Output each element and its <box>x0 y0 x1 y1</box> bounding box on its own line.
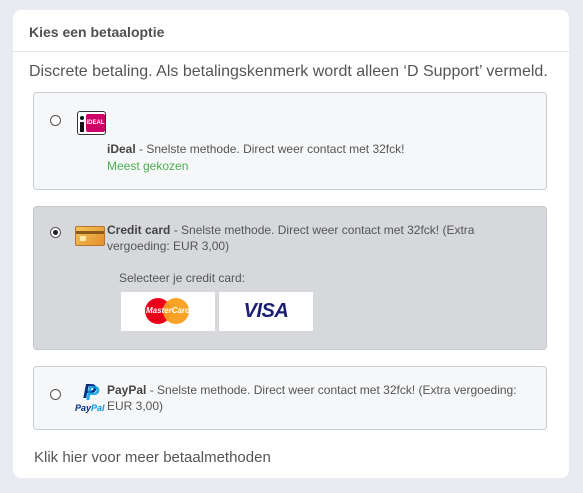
payment-option-paypal[interactable]: P P PayPal PayPal - Snelste methode. Dir… <box>33 366 547 430</box>
intro-text: Discrete betaling. Als betalingskenmerk … <box>29 63 548 80</box>
ideal-description: iDeal - Snelste methode. Direct weer con… <box>107 141 404 157</box>
paypal-desc-line2: EUR 3,00) <box>107 399 164 413</box>
credit-card-icon <box>75 226 105 246</box>
more-payment-methods-link[interactable]: Klik hier voor meer betaalmethoden <box>34 449 271 466</box>
visa-button[interactable]: VISA <box>219 292 313 331</box>
paypal-description: PayPal - Snelste methode. Direct weer co… <box>107 382 537 414</box>
creditcard-name: Credit card <box>107 223 171 237</box>
paypal-name: PayPal <box>107 383 147 397</box>
paypal-logo-word-a: Pay <box>75 403 92 413</box>
paypal-logo-word-b: Pal <box>91 403 105 413</box>
mastercard-label: MasterCard <box>145 306 190 315</box>
mastercard-button[interactable]: MasterCard <box>121 292 215 331</box>
payment-option-creditcard[interactable]: Credit card - Snelste methode. Direct we… <box>33 206 547 350</box>
ideal-logo-icon: iDEAL <box>77 111 106 135</box>
paypal-desc-line1: - Snelste methode. Direct weer contact m… <box>146 383 517 397</box>
select-card-label: Selecteer je credit card: <box>119 271 246 285</box>
radio-ideal[interactable] <box>50 115 61 126</box>
radio-paypal[interactable] <box>50 389 61 400</box>
ideal-logo-text: iDEAL <box>86 114 105 132</box>
creditcard-desc-line2: vergoeding: EUR 3,00) <box>107 239 230 253</box>
panel-title: Kies een betaaloptie <box>29 24 165 40</box>
divider <box>13 51 569 52</box>
creditcard-description: Credit card - Snelste methode. Direct we… <box>107 222 527 254</box>
radio-creditcard[interactable] <box>50 227 61 238</box>
ideal-name: iDeal <box>107 142 136 156</box>
payment-panel: Kies een betaaloptie Discrete betaling. … <box>13 10 569 478</box>
creditcard-desc-line1: - Snelste methode. Direct weer contact m… <box>170 223 475 237</box>
payment-option-ideal[interactable]: iDEAL iDeal - Snelste methode. Direct we… <box>33 92 547 190</box>
paypal-logo-icon: P P PayPal <box>75 381 105 413</box>
ideal-desc-text: - Snelste methode. Direct weer contact m… <box>135 142 405 156</box>
visa-logo-icon: VISA <box>243 300 289 322</box>
most-chosen-badge: Meest gekozen <box>107 159 189 173</box>
